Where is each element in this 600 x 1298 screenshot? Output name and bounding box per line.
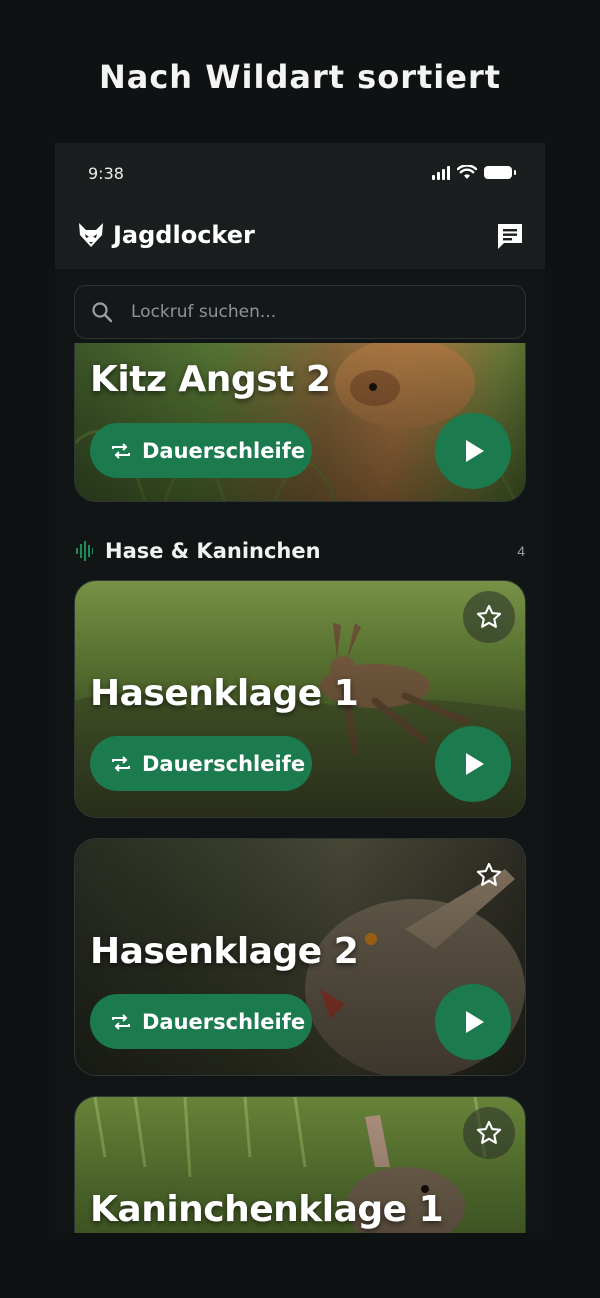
loop-button[interactable]: Dauerschleife xyxy=(90,994,312,1049)
repeat-icon xyxy=(112,755,130,772)
card-title: Kaninchenklage 1 xyxy=(90,1189,444,1230)
feedback-button[interactable] xyxy=(495,221,525,251)
search-input[interactable] xyxy=(129,301,513,323)
wifi-icon xyxy=(457,165,477,179)
repeat-icon xyxy=(112,442,130,459)
category-title: Hase & Kaninchen xyxy=(105,539,321,563)
sound-card[interactable]: Kaninchenklage 1 xyxy=(74,1096,526,1233)
play-button[interactable] xyxy=(435,726,511,802)
card-title: Hasenklage 2 xyxy=(90,931,359,972)
phone-screen: 9:38 Jagdlocker Lockruf suchen... Kitz A… xyxy=(55,143,545,1233)
loop-label: Dauerschleife xyxy=(142,1009,306,1034)
play-button[interactable] xyxy=(435,413,511,489)
signal-icon xyxy=(432,165,450,180)
loop-label: Dauerschleife xyxy=(142,751,306,776)
loop-label: Dauerschleife xyxy=(142,438,306,463)
app-title: Jagdlocker xyxy=(113,221,255,249)
loop-button[interactable]: Dauerschleife xyxy=(90,423,312,478)
star-outline-icon xyxy=(476,1120,502,1144)
play-button[interactable] xyxy=(435,984,511,1060)
sound-card[interactable]: Hasenklage 1 Dauerschleife xyxy=(74,580,526,818)
star-outline-icon xyxy=(476,862,502,886)
repeat-icon xyxy=(112,1013,130,1030)
play-icon xyxy=(466,753,484,775)
app-brand: Jagdlocker xyxy=(77,221,255,249)
battery-icon xyxy=(484,166,516,179)
sound-card[interactable]: Hasenklage 2 Dauerschleife xyxy=(74,838,526,1076)
play-icon xyxy=(466,1011,484,1033)
app-header: 9:38 Jagdlocker xyxy=(55,143,545,269)
card-title: Kitz Angst 2 xyxy=(90,359,331,400)
loop-button[interactable]: Dauerschleife xyxy=(90,736,312,791)
category-header: Hase & Kaninchen 4 xyxy=(75,536,525,566)
favorite-button[interactable] xyxy=(463,591,515,643)
play-icon xyxy=(466,440,484,462)
card-title: Hasenklage 1 xyxy=(90,673,359,714)
favorite-button[interactable] xyxy=(463,1107,515,1159)
status-icons xyxy=(432,165,516,180)
search-icon xyxy=(92,302,113,323)
sound-card[interactable]: Kitz Angst 2 Dauerschleife xyxy=(74,343,526,502)
star-outline-icon xyxy=(476,604,502,628)
sound-wave-icon xyxy=(76,541,93,561)
message-icon xyxy=(498,224,522,249)
status-time: 9:38 xyxy=(88,164,124,183)
category-count: 4 xyxy=(517,543,525,559)
fox-icon xyxy=(79,223,103,247)
favorite-button[interactable] xyxy=(463,849,515,901)
search-bar[interactable] xyxy=(74,285,526,339)
page-headline: Nach Wildart sortiert xyxy=(98,58,502,96)
